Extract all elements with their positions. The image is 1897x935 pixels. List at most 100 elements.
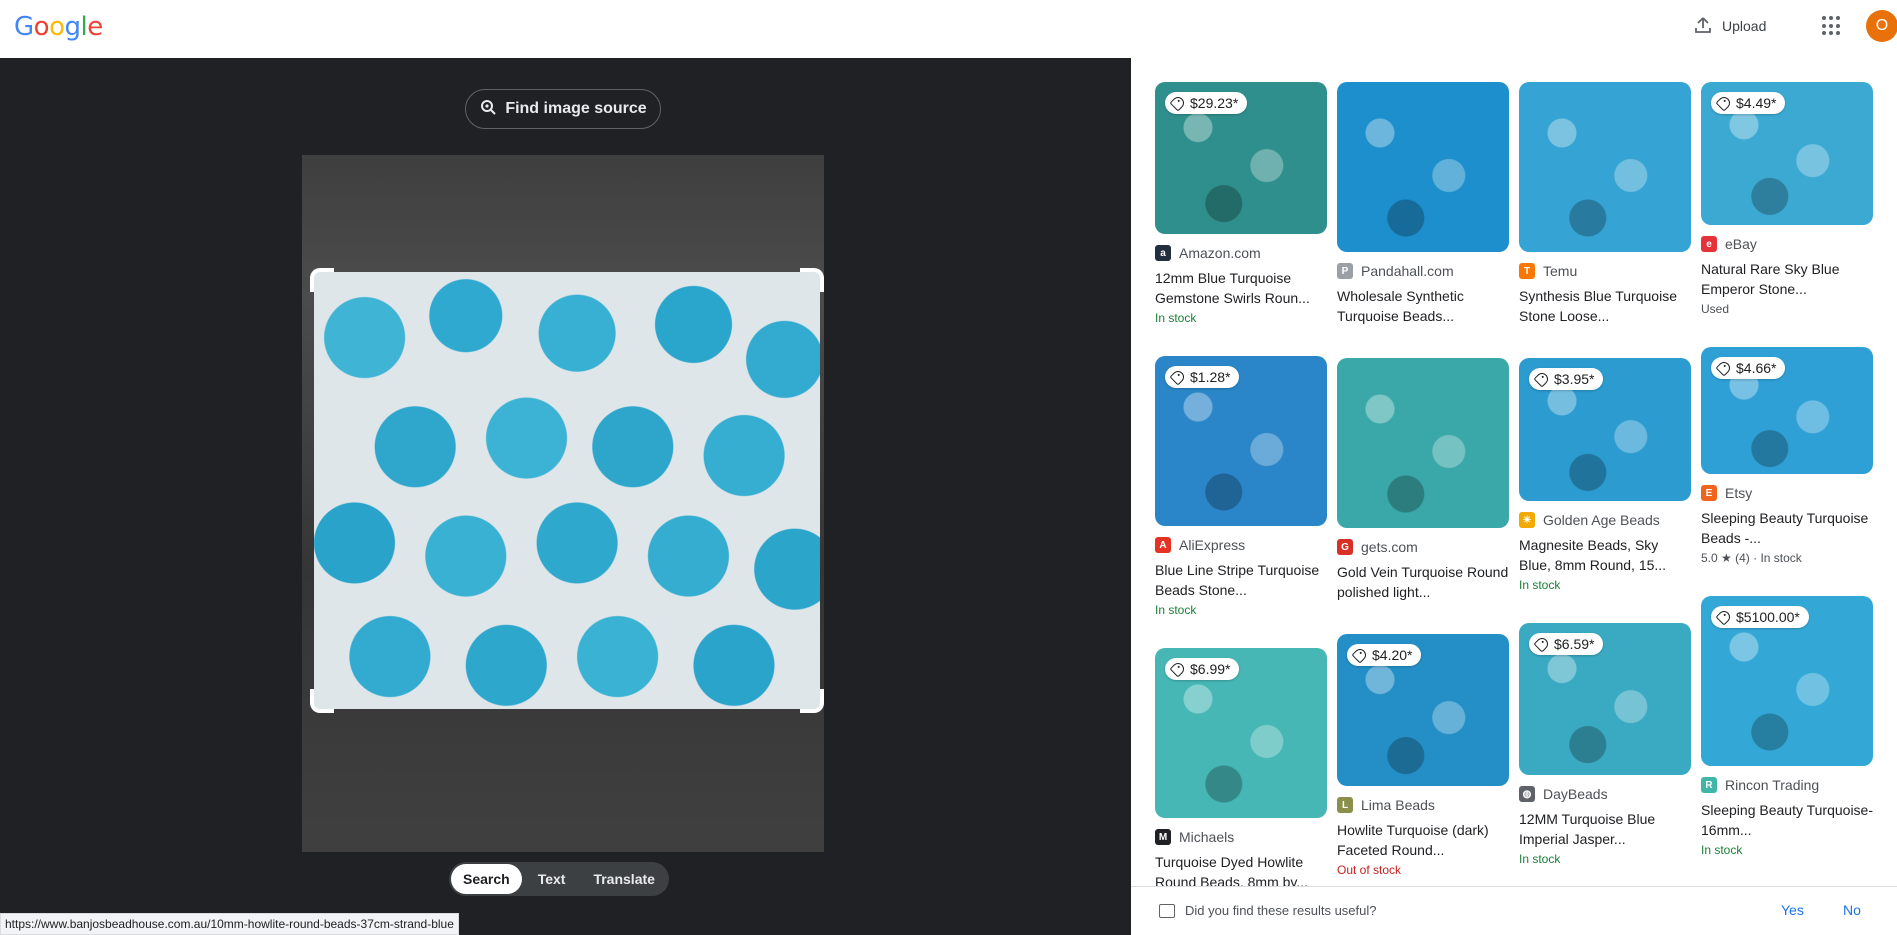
price-text: $6.99* <box>1190 661 1231 677</box>
result-title[interactable]: Howlite Turquoise (dark) Faceted Round..… <box>1337 820 1509 860</box>
site-favicon-icon: G <box>1337 539 1353 555</box>
site-favicon-icon: T <box>1519 263 1535 279</box>
source-name: Michaels <box>1179 829 1235 845</box>
result-thumbnail[interactable] <box>1519 82 1691 252</box>
result-card[interactable]: $1.28* A AliExpress Blue Line Stripe Turquo… <box>1155 356 1327 618</box>
source-name: eBay <box>1725 236 1757 252</box>
result-card[interactable]: $29.23* a Amazon.com 12mm Blue Turquoise Ge… <box>1155 82 1327 326</box>
price-badge: $4.20* <box>1347 644 1422 666</box>
result-card[interactable]: Ggets.com Gold Vein Turquoise Round polis… <box>1337 358 1509 602</box>
crop-handle-top-left[interactable] <box>310 268 334 292</box>
find-image-source-button[interactable]: Find image source <box>465 89 661 129</box>
result-thumbnail[interactable]: $6.59* <box>1519 623 1691 775</box>
result-card[interactable]: $6.99* M Michaels Turquoise Dyed Howlite Ro… <box>1155 648 1327 886</box>
result-source: ☀ Golden Age Beads <box>1519 511 1691 529</box>
result-card[interactable]: $4.49* e eBay Natural Rare Sky Blue Emperor… <box>1701 82 1873 317</box>
link-status-bar: https://www.banjosbeadhouse.com.au/10mm-… <box>0 913 459 935</box>
logo-letter: G <box>14 12 34 42</box>
result-card[interactable]: $3.95* ☀ Golden Age Beads Magnesite Beads, … <box>1519 358 1691 593</box>
site-favicon-icon: e <box>1701 236 1717 252</box>
price-text: $6.59* <box>1554 636 1595 652</box>
site-favicon-icon: ☀ <box>1519 512 1535 528</box>
crop-selection-area[interactable] <box>314 272 820 709</box>
price-tag-icon <box>1533 370 1551 388</box>
price-badge: $1.28* <box>1165 366 1240 388</box>
result-card[interactable]: P Pandahall.com Wholesale Synthetic Turquo… <box>1337 82 1509 326</box>
result-thumbnail[interactable]: $3.95* <box>1519 358 1691 501</box>
price-tag-icon <box>1533 635 1551 653</box>
mode-text-tab[interactable]: Text <box>526 864 578 894</box>
find-image-source-label: Find image source <box>505 100 647 117</box>
google-apps-icon[interactable] <box>1822 16 1842 36</box>
result-card[interactable]: $4.66* E Etsy Sleeping Beauty Turquoise Bea… <box>1701 347 1873 566</box>
price-text: $4.20* <box>1372 647 1413 663</box>
result-thumbnail[interactable]: $4.66* <box>1701 347 1873 474</box>
google-logo[interactable]: Google <box>14 12 103 42</box>
mode-translate-tab[interactable]: Translate <box>581 864 666 894</box>
feedback-yes-button[interactable]: Yes <box>1781 902 1804 918</box>
site-favicon-icon: M <box>1155 829 1171 845</box>
result-source: e eBay <box>1701 235 1873 253</box>
price-badge: $5100.00* <box>1711 606 1809 628</box>
result-card[interactable]: $6.59* ◍ DayBeads 12MM Turquoise Blue Imper… <box>1519 623 1691 867</box>
result-thumbnail[interactable] <box>1337 82 1509 252</box>
top-bar: Google Upload O <box>0 0 1897 58</box>
result-source: ◍ DayBeads <box>1519 785 1691 803</box>
upload-icon <box>1694 16 1712 37</box>
feedback-no-button[interactable]: No <box>1843 902 1861 918</box>
price-text: $29.23* <box>1190 95 1239 111</box>
site-favicon-icon: E <box>1701 485 1717 501</box>
result-source: L Lima Beads <box>1337 796 1509 814</box>
visual-matches-grid: $29.23* a Amazon.com 12mm Blue Turquoise Ge… <box>1131 58 1897 886</box>
result-title[interactable]: Sleeping Beauty Turquoise- 16mm... <box>1701 800 1873 840</box>
result-source: R Rincon Trading <box>1701 776 1873 794</box>
price-badge: $29.23* <box>1165 92 1248 114</box>
result-availability: In stock <box>1519 852 1561 866</box>
source-name: DayBeads <box>1543 786 1608 802</box>
result-thumbnail[interactable]: $5100.00* <box>1701 596 1873 766</box>
source-name: Temu <box>1543 263 1578 279</box>
result-thumbnail[interactable]: $29.23* <box>1155 82 1327 234</box>
result-title[interactable]: 12MM Turquoise Blue Imperial Jasper... <box>1519 809 1691 849</box>
result-title[interactable]: Magnesite Beads, Sky Blue, 8mm Round, 15… <box>1519 535 1691 575</box>
result-thumbnail[interactable] <box>1337 358 1509 528</box>
price-badge: $6.59* <box>1529 633 1604 655</box>
price-text: $5100.00* <box>1736 609 1800 625</box>
result-card[interactable]: T Temu Synthesis Blue Turquoise Stone Loos… <box>1519 82 1691 326</box>
result-source: E Etsy <box>1701 484 1873 502</box>
result-card[interactable]: $4.20* L Lima Beads Howlite Turquoise (dark… <box>1337 634 1509 878</box>
result-title[interactable]: Natural Rare Sky Blue Emperor Stone... <box>1701 259 1873 299</box>
result-title[interactable]: Sleeping Beauty Turquoise Beads -... <box>1701 508 1873 548</box>
site-favicon-icon: P <box>1337 263 1353 279</box>
source-name: Lima Beads <box>1361 797 1435 813</box>
account-avatar[interactable]: O <box>1866 10 1897 42</box>
mode-search-tab[interactable]: Search <box>451 864 522 894</box>
result-thumbnail[interactable]: $6.99* <box>1155 648 1327 818</box>
result-thumbnail[interactable]: $4.20* <box>1337 634 1509 786</box>
price-tag-icon <box>1169 660 1187 678</box>
price-tag-icon <box>1351 646 1369 664</box>
crop-handle-bottom-left[interactable] <box>310 689 334 713</box>
result-thumbnail[interactable]: $4.49* <box>1701 82 1873 225</box>
result-source: Ggets.com <box>1337 538 1509 556</box>
price-tag-icon <box>1715 94 1733 112</box>
site-favicon-icon: R <box>1701 777 1717 793</box>
result-title[interactable]: 12mm Blue Turquoise Gemstone Swirls Roun… <box>1155 268 1327 308</box>
result-title[interactable]: Gold Vein Turquoise Round polished light… <box>1337 562 1509 602</box>
crop-handle-top-right[interactable] <box>800 268 824 292</box>
result-thumbnail[interactable]: $1.28* <box>1155 356 1327 526</box>
price-text: $3.95* <box>1554 371 1595 387</box>
result-card[interactable]: $5100.00* R Rincon Trading Sleeping Beauty … <box>1701 596 1873 858</box>
upload-button[interactable]: Upload <box>1694 14 1770 38</box>
site-favicon-icon: A <box>1155 537 1171 553</box>
result-title[interactable]: Turquoise Dyed Howlite Round Beads, 8mm … <box>1155 852 1327 886</box>
source-name: Rincon Trading <box>1725 777 1820 793</box>
crop-handle-bottom-right[interactable] <box>800 689 824 713</box>
result-availability: 5.0 ★ (4) · In stock <box>1701 551 1802 565</box>
result-title[interactable]: Synthesis Blue Turquoise Stone Loose... <box>1519 286 1691 326</box>
result-title[interactable]: Wholesale Synthetic Turquoise Beads... <box>1337 286 1509 326</box>
site-favicon-icon: a <box>1155 245 1171 261</box>
result-title[interactable]: Blue Line Stripe Turquoise Beads Stone..… <box>1155 560 1327 600</box>
result-availability: In stock <box>1155 603 1197 617</box>
price-tag-icon <box>1715 608 1733 626</box>
